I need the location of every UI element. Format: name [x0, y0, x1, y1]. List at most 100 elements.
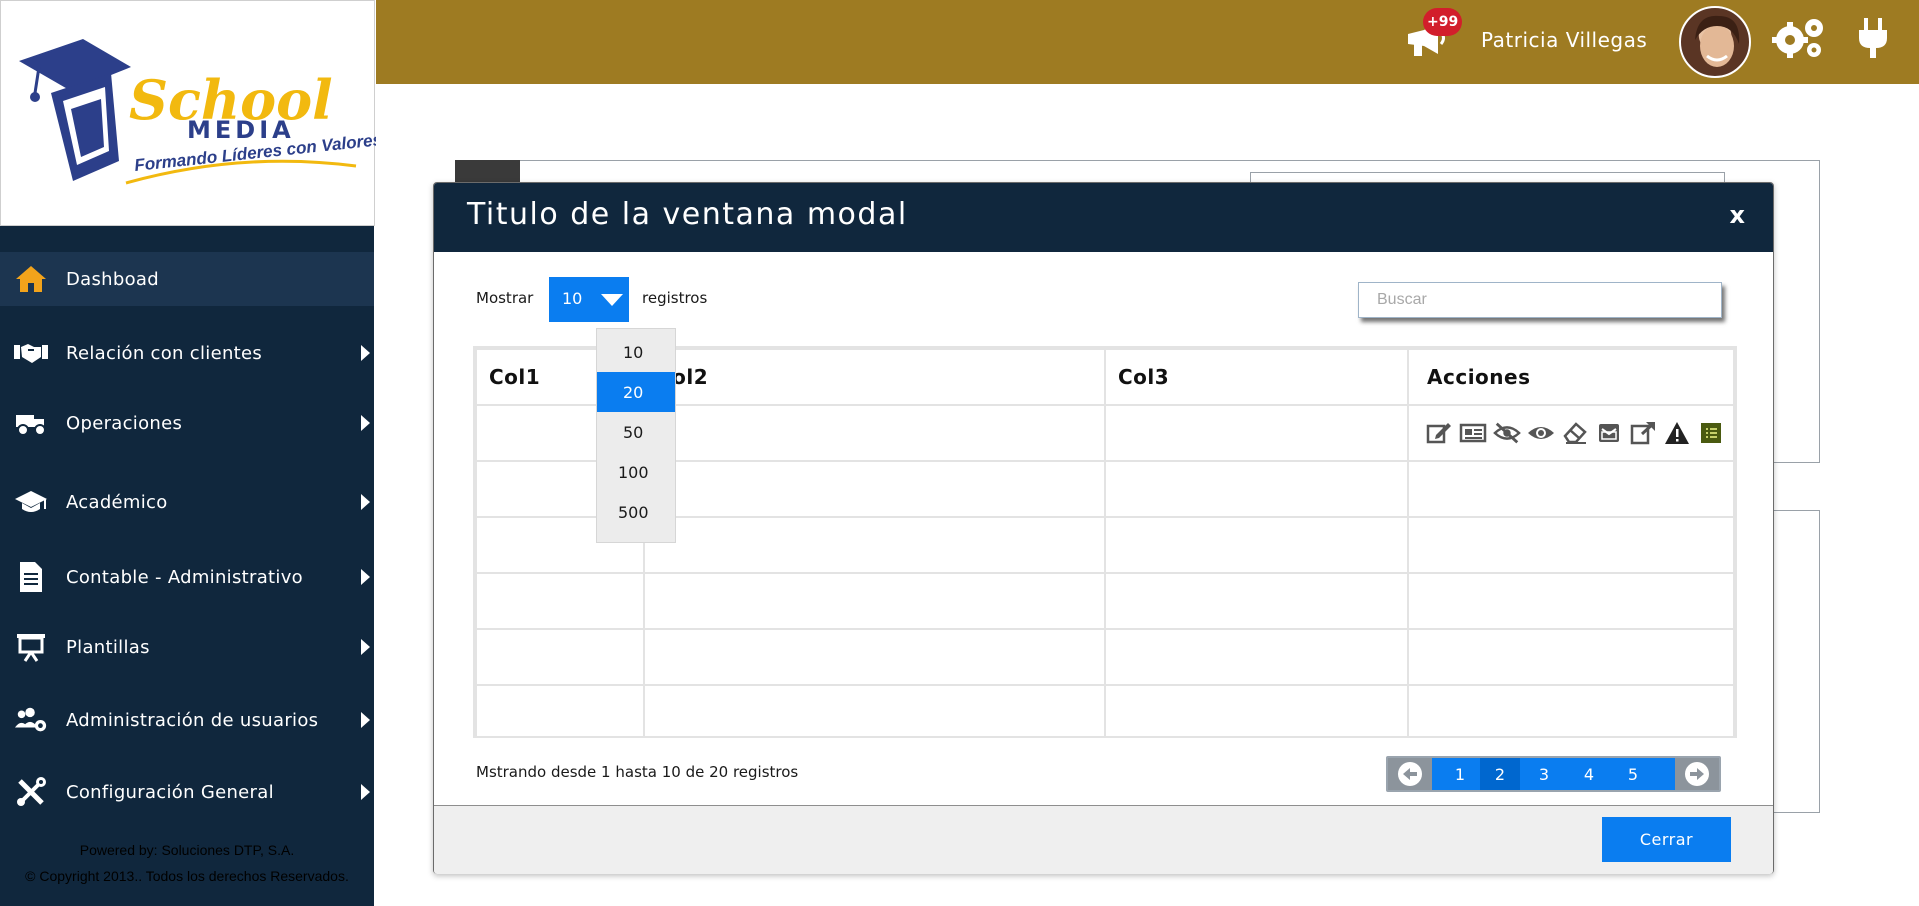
page-button[interactable]: 5 [1613, 758, 1653, 790]
sidebar-item-configuracion[interactable]: Configuración General [0, 765, 374, 819]
page-button[interactable]: 2 [1480, 758, 1520, 790]
warning-icon[interactable] [1663, 419, 1691, 447]
edit-icon[interactable] [1425, 419, 1453, 447]
table-cell [643, 628, 1106, 686]
external-link-icon[interactable] [1629, 419, 1657, 447]
modal-header: Titulo de la ventana modal x [434, 183, 1773, 252]
table-cell [643, 684, 1106, 736]
page-size-value: 10 [562, 289, 583, 308]
page-button[interactable]: 4 [1569, 758, 1609, 790]
search-input[interactable] [1358, 282, 1722, 318]
sidebar: School MEDIA Formando Líderes con Valore… [0, 0, 383, 906]
prev-page-button[interactable] [1388, 758, 1432, 790]
pagination: 1 2 3 4 5 [1386, 756, 1721, 792]
footer-copyright: © Copyright 2013.. Todos los derechos Re… [25, 868, 349, 884]
user-name[interactable]: Patricia Villegas [1481, 28, 1647, 52]
page-size-option[interactable]: 10 [597, 332, 675, 372]
sidebar-item-academico[interactable]: Académico [0, 475, 374, 529]
table-cell [475, 628, 645, 686]
users-gear-icon [14, 703, 48, 737]
page-size-option[interactable]: 50 [597, 412, 675, 452]
column-header[interactable]: Col3 [1104, 348, 1409, 406]
handshake-icon [14, 336, 48, 370]
table-cell [475, 572, 645, 630]
table-cell [1104, 572, 1409, 630]
chevron-right-icon [361, 639, 370, 655]
footer-powered-by: Powered by: Soluciones DTP, S.A. [79, 842, 295, 858]
home-icon [14, 262, 48, 296]
modal-dialog: Titulo de la ventana modal x Mostrar 10 … [433, 182, 1774, 874]
page-size-option[interactable]: 500 [597, 492, 675, 532]
table-cell [1407, 404, 1735, 462]
logo[interactable]: School MEDIA Formando Líderes con Valore… [0, 0, 383, 226]
table-cell [1407, 572, 1735, 630]
modal-title: Titulo de la ventana modal [467, 197, 908, 232]
table-cell [475, 684, 645, 736]
sidebar-item-plantillas[interactable]: Plantillas [0, 620, 374, 674]
close-icon[interactable]: x [1730, 201, 1745, 229]
list-icon[interactable] [1697, 419, 1725, 447]
sidebar-item-label: Plantillas [66, 636, 150, 658]
sidebar-item-label: Académico [66, 491, 168, 513]
plug-icon[interactable] [1856, 16, 1890, 64]
page-size-option[interactable]: 20 [597, 372, 675, 412]
chevron-right-icon [361, 712, 370, 728]
table-cell [643, 460, 1106, 518]
sidebar-item-label: Dashboad [66, 268, 159, 290]
chevron-right-icon [361, 494, 370, 510]
gear-icon[interactable] [1770, 16, 1826, 64]
arrow-right-icon [1685, 762, 1709, 786]
page-size-option[interactable]: 100 [597, 452, 675, 492]
table-cell [1407, 628, 1735, 686]
table-cell [1104, 460, 1409, 518]
chevron-right-icon [361, 569, 370, 585]
page-button[interactable]: 3 [1524, 758, 1564, 790]
chevron-down-icon [601, 294, 623, 306]
column-header: Acciones [1407, 348, 1735, 406]
chevron-right-icon [361, 415, 370, 431]
sidebar-item-label: Configuración General [66, 781, 274, 803]
sidebar-item-dashboard[interactable]: Dashboad [0, 252, 374, 306]
page-size-dropdown: 10 20 50 100 500 [596, 328, 676, 543]
close-button[interactable]: Cerrar [1602, 817, 1731, 862]
table-cell [643, 516, 1106, 574]
table-row [475, 684, 1735, 736]
table-cell [1104, 516, 1409, 574]
sidebar-item-operaciones[interactable]: Operaciones [0, 396, 374, 450]
sidebar-item-label: Operaciones [66, 412, 183, 434]
page-button[interactable]: 1 [1440, 758, 1480, 790]
table-row [475, 572, 1735, 630]
table-row [475, 628, 1735, 686]
table-cell [1407, 516, 1735, 574]
table-cell [643, 572, 1106, 630]
chevron-right-icon [361, 345, 370, 361]
records-info: Mstrando desde 1 hasta 10 de 20 registro… [476, 763, 799, 781]
newspaper-icon[interactable] [1459, 419, 1487, 447]
presentation-icon [14, 630, 48, 664]
row-actions [1409, 419, 1733, 447]
eraser-icon[interactable] [1561, 419, 1589, 447]
page-size-select[interactable]: 10 [549, 277, 629, 322]
sidebar-item-contable[interactable]: Contable - Administrativo [0, 550, 374, 604]
sidebar-item-label: Administración de usuarios [66, 709, 319, 731]
column-header[interactable]: Col2 [643, 348, 1106, 406]
document-icon [14, 560, 48, 594]
table-cell [643, 404, 1106, 462]
sidebar-item-clientes[interactable]: Relación con clientes [0, 326, 374, 380]
avatar[interactable] [1679, 6, 1751, 78]
graduation-cap-icon [14, 485, 48, 519]
chevron-right-icon [361, 784, 370, 800]
eye-slash-icon[interactable] [1493, 419, 1521, 447]
table-cell [1407, 684, 1735, 736]
sidebar-item-usuarios[interactable]: Administración de usuarios [0, 693, 374, 747]
next-page-button[interactable] [1675, 758, 1719, 790]
records-label: registros [642, 289, 708, 307]
school-media-logo: School MEDIA Formando Líderes con Valore… [19, 39, 383, 185]
svg-text:MEDIA: MEDIA [187, 116, 295, 144]
eye-icon[interactable] [1527, 419, 1555, 447]
tools-icon [14, 775, 48, 809]
envelope-icon[interactable] [1595, 419, 1623, 447]
modal-footer [434, 805, 1773, 874]
table-cell [1407, 460, 1735, 518]
sidebar-item-label: Relación con clientes [66, 342, 263, 364]
